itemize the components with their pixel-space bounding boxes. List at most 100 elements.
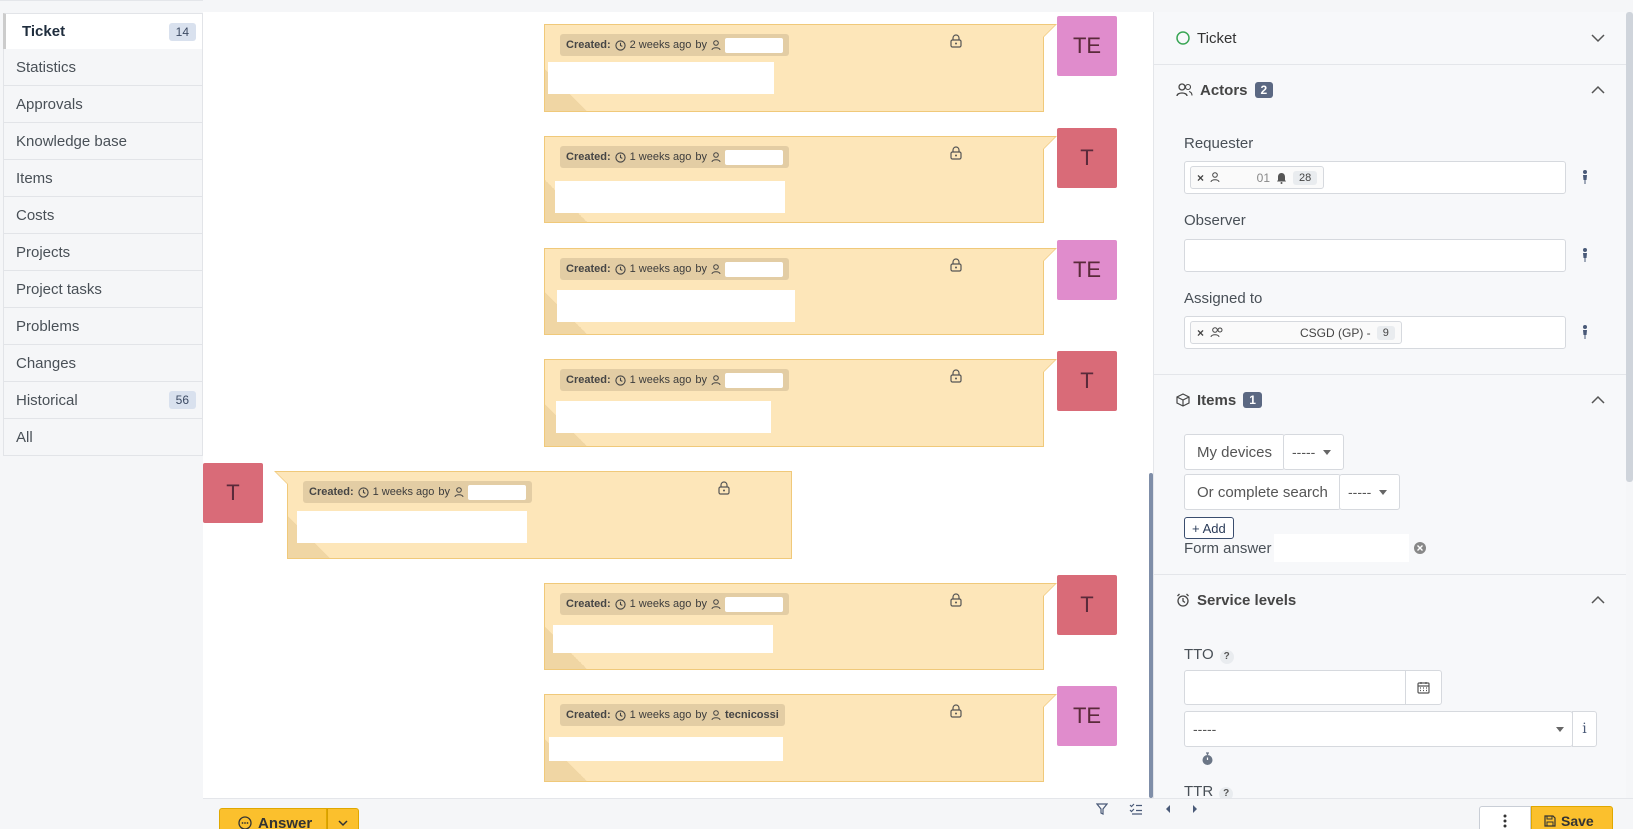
assigned-group-tag[interactable]: × CSGD (GP) - 9 xyxy=(1190,321,1402,344)
author-name-redacted[interactable] xyxy=(725,596,784,612)
timeline-item[interactable]: Created: 1 weeks ago by xyxy=(544,248,1057,335)
answer-button[interactable]: Answer xyxy=(219,808,327,829)
timeline-item[interactable]: Created: 1 weeks ago by xyxy=(544,136,1057,223)
clock-icon xyxy=(614,374,626,386)
assign-myself-icon[interactable] xyxy=(1580,324,1590,340)
info-button[interactable]: i xyxy=(1572,711,1597,747)
avatar-initials: T xyxy=(226,480,240,505)
tto-date-input[interactable] xyxy=(1184,670,1406,705)
timeline-item[interactable]: Created: 2 weeks ago by xyxy=(544,24,1057,112)
filter-icon[interactable] xyxy=(1096,803,1108,815)
timeline-item[interactable]: Created: 1 weeks ago by xyxy=(544,359,1057,447)
tto-calendar-button[interactable] xyxy=(1405,670,1442,705)
chevron-up-icon[interactable] xyxy=(1591,595,1605,605)
bell-icon xyxy=(1277,172,1287,184)
panel-scrollbar[interactable] xyxy=(1626,12,1633,482)
author-name[interactable]: tecnicossi xyxy=(725,709,779,721)
avatar[interactable]: TE xyxy=(1057,686,1117,746)
observer-field[interactable] xyxy=(1184,239,1566,272)
author-name-redacted[interactable] xyxy=(725,372,784,388)
nav-item-project-tasks[interactable]: Project tasks xyxy=(3,271,203,308)
chevron-up-icon[interactable] xyxy=(1591,85,1605,95)
clock-icon xyxy=(357,486,369,498)
created-time: 1 weeks ago xyxy=(629,263,692,275)
nav-item-label: Items xyxy=(16,169,53,187)
nav-item-label: Approvals xyxy=(16,95,83,113)
user-icon xyxy=(711,151,721,162)
avatar[interactable]: T xyxy=(1057,351,1117,411)
help-icon[interactable]: ? xyxy=(1219,649,1234,664)
requester-tag[interactable]: × 01 28 xyxy=(1190,166,1325,189)
add-item-button[interactable]: + Add xyxy=(1184,517,1234,539)
created-label: Created: xyxy=(566,39,611,51)
complete-search-label: Or complete search xyxy=(1184,474,1341,510)
author-name-redacted[interactable] xyxy=(468,484,527,500)
form-answer-field[interactable] xyxy=(1274,534,1409,562)
next-icon[interactable] xyxy=(1191,804,1199,814)
stopwatch-icon[interactable] xyxy=(1201,752,1214,766)
observer-label: Observer xyxy=(1184,212,1246,229)
timeline-item[interactable]: Created: 1 weeks ago by tecnicossi xyxy=(544,694,1057,782)
actors-section-header[interactable]: Actors 2 xyxy=(1154,64,1626,116)
lock-icon xyxy=(718,481,730,495)
form-answer-label: Form answer xyxy=(1184,540,1272,557)
nav-item-statistics[interactable]: Statistics xyxy=(3,49,203,86)
assign-myself-icon[interactable] xyxy=(1580,247,1590,263)
nav-item-label: Changes xyxy=(16,354,77,372)
nav-item-approvals[interactable]: Approvals xyxy=(3,86,203,123)
avatar[interactable]: T xyxy=(1057,575,1117,635)
nav-item-ticket[interactable]: Ticket 14 xyxy=(3,13,203,50)
nav-item-changes[interactable]: Changes xyxy=(3,345,203,382)
chevron-up-icon[interactable] xyxy=(1591,395,1605,405)
author-name-redacted[interactable] xyxy=(725,37,784,53)
my-devices-select[interactable]: ----- xyxy=(1283,434,1344,470)
items-section-header[interactable]: Items 1 xyxy=(1154,374,1626,426)
timeline-actions-bar: Answer xyxy=(203,798,1153,829)
save-button[interactable]: Save xyxy=(1531,806,1613,829)
tto-sla-value: ----- xyxy=(1193,721,1217,737)
created-time: 2 weeks ago xyxy=(629,39,692,51)
answer-dropdown-toggle[interactable] xyxy=(327,808,359,829)
tto-sla-select[interactable]: ----- xyxy=(1184,711,1573,747)
avatar[interactable]: TE xyxy=(1057,16,1117,76)
created-time: 1 weeks ago xyxy=(372,486,435,498)
created-time: 1 weeks ago xyxy=(629,598,692,610)
assign-myself-icon[interactable] xyxy=(1580,169,1590,185)
items-title: Items xyxy=(1197,391,1237,409)
nav-item-knowledge-base[interactable]: Knowledge base xyxy=(3,123,203,160)
tto-label-text: TTO xyxy=(1184,646,1214,663)
my-devices-label: My devices xyxy=(1184,434,1286,470)
item-content xyxy=(555,181,785,213)
assigned-to-field[interactable]: × CSGD (GP) - 9 xyxy=(1184,316,1566,349)
timeline-item[interactable]: Created: 1 weeks ago by xyxy=(274,471,792,559)
help-icon[interactable]: ? xyxy=(1219,786,1234,798)
author-name-redacted[interactable] xyxy=(725,149,784,165)
nav-item-historical[interactable]: Historical 56 xyxy=(3,382,203,419)
service-levels-section-header[interactable]: Service levels xyxy=(1154,574,1626,626)
ticket-section-header[interactable]: Ticket xyxy=(1154,12,1626,64)
my-devices-value: ----- xyxy=(1292,444,1316,460)
info-icon: i xyxy=(1582,721,1587,737)
remove-icon[interactable]: × xyxy=(1197,326,1204,340)
nav-item-projects[interactable]: Projects xyxy=(3,234,203,271)
list-check-icon[interactable] xyxy=(1129,803,1142,815)
nav-item-items[interactable]: Items xyxy=(3,160,203,197)
assigned-to-label: Assigned to xyxy=(1184,290,1263,307)
author-name-redacted[interactable] xyxy=(725,261,784,277)
answer-label: Answer xyxy=(258,814,313,829)
box-icon xyxy=(1176,393,1190,407)
chevron-down-icon[interactable] xyxy=(1591,33,1605,43)
nav-item-problems[interactable]: Problems xyxy=(3,308,203,345)
nav-item-all[interactable]: All xyxy=(3,419,203,456)
timeline-item[interactable]: Created: 1 weeks ago by xyxy=(544,583,1057,670)
clear-icon[interactable] xyxy=(1413,541,1427,555)
previous-icon[interactable] xyxy=(1164,804,1172,814)
avatar[interactable]: TE xyxy=(1057,240,1117,300)
requester-field[interactable]: × 01 28 xyxy=(1184,161,1566,194)
more-actions-button[interactable] xyxy=(1479,806,1531,829)
avatar[interactable]: T xyxy=(203,463,263,523)
complete-search-select[interactable]: ----- xyxy=(1339,474,1400,510)
avatar[interactable]: T xyxy=(1057,128,1117,188)
remove-icon[interactable]: × xyxy=(1197,171,1204,185)
nav-item-costs[interactable]: Costs xyxy=(3,197,203,234)
